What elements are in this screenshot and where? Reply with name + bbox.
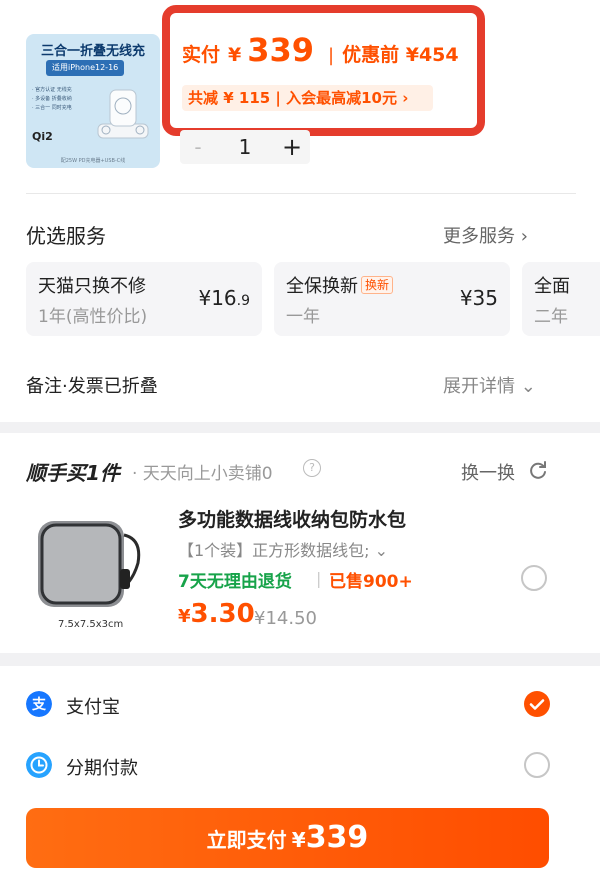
service-card-price: ¥16.9: [198, 286, 250, 310]
quantity-plus-button[interactable]: +: [274, 133, 310, 161]
addon-brand-title: 顺手买1件: [26, 461, 120, 485]
service-card-name: 全保换新 换新: [286, 272, 394, 298]
service-card-price-dec: .9: [236, 293, 250, 309]
quantity-minus-button[interactable]: -: [180, 135, 216, 159]
quantity-stepper: - 1 +: [180, 130, 310, 164]
thumbnail-bullet: · 多设备 折叠收纳: [32, 96, 72, 102]
pay-button-label: 立即支付: [206, 828, 287, 852]
service-card-currency: ¥: [459, 286, 473, 310]
addon-image-dimensions: 7.5x7.5x3cm: [58, 619, 124, 630]
service-card-currency: ¥: [198, 286, 212, 310]
unchecked-radio-icon[interactable]: [524, 752, 550, 778]
addon-price-currency: ¥: [178, 606, 191, 627]
discount-detail-link[interactable]: 共减 ¥ 115 | 入会最高减10元 ›: [182, 85, 433, 111]
thumbnail-bullet: · 三合一 同时充电: [32, 105, 72, 111]
refresh-icon[interactable]: [528, 460, 548, 480]
service-card-list: 天猫只换不修 1年(高性价比) ¥16.9 全保换新 换新 一年 ¥35 全面 二…: [26, 262, 600, 336]
separator: |: [316, 569, 322, 588]
service-card-price: ¥35: [460, 286, 498, 310]
addon-price: ¥3.30: [178, 599, 255, 629]
return-policy-tag: 7天无理由退货: [178, 572, 292, 592]
pay-button-currency: ¥: [291, 828, 306, 852]
service-card-term: 1年(高性价比): [38, 307, 148, 327]
expand-details-link[interactable]: 展开详情 ⌄: [443, 372, 536, 398]
service-card-tag: 换新: [361, 276, 394, 294]
addon-select-radio[interactable]: [521, 565, 547, 591]
pay-now-button[interactable]: 立即支付 ¥339: [26, 808, 549, 868]
price-highlight-box: 实付 ¥ 339 | 优惠前 ¥454 共减 ¥ 115 | 入会最高减10元 …: [162, 5, 485, 136]
thumbnail-bullet: · 官方认证 无线充: [32, 87, 72, 93]
service-card-term: 二年: [534, 307, 568, 327]
service-card-price-int: 16: [211, 286, 237, 310]
quantity-value[interactable]: 1: [216, 135, 274, 159]
qi2-badge: Qi2: [32, 130, 53, 143]
service-card-name: 全面: [534, 276, 570, 297]
product-thumbnail[interactable]: 三合一折叠无线充 适用iPhone12-16 · 官方认证 无线充 · 多设备 …: [26, 34, 160, 168]
paid-label: 实付: [182, 44, 221, 66]
pay-button-amount: 339: [305, 820, 369, 855]
thumbnail-footer: 配25W PD充电器+USB-C线: [60, 158, 126, 164]
service-card[interactable]: 天猫只换不修 1年(高性价比) ¥16.9: [26, 262, 262, 336]
addon-spec-selector[interactable]: 【1个装】正方形数据线包; ⌄: [178, 537, 388, 561]
addon-price-value: 3.30: [190, 599, 255, 629]
thumbnail-bullets: · 官方认证 无线充 · 多设备 折叠收纳 · 三合一 同时充电: [32, 86, 88, 113]
price-row: 实付 ¥ 339 | 优惠前 ¥454: [182, 31, 459, 71]
alipay-icon: 支: [26, 691, 52, 717]
checked-radio-icon[interactable]: [524, 691, 550, 717]
sold-count: 已售900+: [329, 572, 413, 592]
addon-product-name[interactable]: 多功能数据线收纳包防水包: [178, 505, 406, 532]
service-card-price-int: 35: [472, 286, 498, 310]
service-section-title: 优选服务: [26, 224, 106, 248]
switch-item-button[interactable]: 换一换: [461, 459, 515, 485]
service-card-name-text: 全保换新: [286, 276, 358, 297]
service-card[interactable]: 全保换新 换新 一年 ¥35: [274, 262, 510, 336]
note-invoice-label: 备注·发票已折叠: [26, 376, 158, 397]
price-before-discount: 优惠前 ¥454: [342, 44, 459, 66]
installment-icon: [26, 752, 52, 778]
svg-text:支: 支: [31, 696, 47, 713]
addon-original-price: ¥14.50: [254, 608, 317, 629]
payment-option-alipay[interactable]: 支 支付宝: [26, 685, 550, 725]
paid-amount: 339: [247, 31, 315, 69]
alipay-label: 支付宝: [66, 697, 120, 718]
divider: [26, 193, 576, 194]
thumbnail-title: 三合一折叠无线充: [40, 44, 145, 59]
charger-illustration: [97, 89, 149, 139]
service-card-name: 天猫只换不修: [38, 276, 146, 297]
paid-currency: ¥: [228, 44, 242, 66]
addon-shop-name: · 天天向上小卖铺0: [132, 464, 273, 484]
thumbnail-subtitle: 适用iPhone12-16: [46, 60, 125, 76]
service-section: 优选服务 更多服务 › 天猫只换不修 1年(高性价比) ¥16.9 全保换新 换新…: [0, 200, 600, 422]
addon-section: 顺手买1件 · 天天向上小卖铺0 ? 换一换 7.5x7.5x3cm 多功能数据…: [0, 433, 600, 653]
service-card[interactable]: 全面 二年: [522, 262, 600, 336]
payment-section: 支 支付宝 分期付款 立即支付 ¥339: [0, 666, 600, 887]
payment-option-installment[interactable]: 分期付款: [26, 746, 550, 786]
product-summary: 三合一折叠无线充 适用iPhone12-16 · 官方认证 无线充 · 多设备 …: [0, 0, 600, 200]
installment-label: 分期付款: [66, 758, 138, 779]
more-services-link[interactable]: 更多服务 ›: [443, 222, 528, 248]
info-icon[interactable]: ?: [303, 459, 321, 477]
service-card-term: 一年: [286, 307, 320, 327]
price-separator: |: [328, 45, 335, 66]
